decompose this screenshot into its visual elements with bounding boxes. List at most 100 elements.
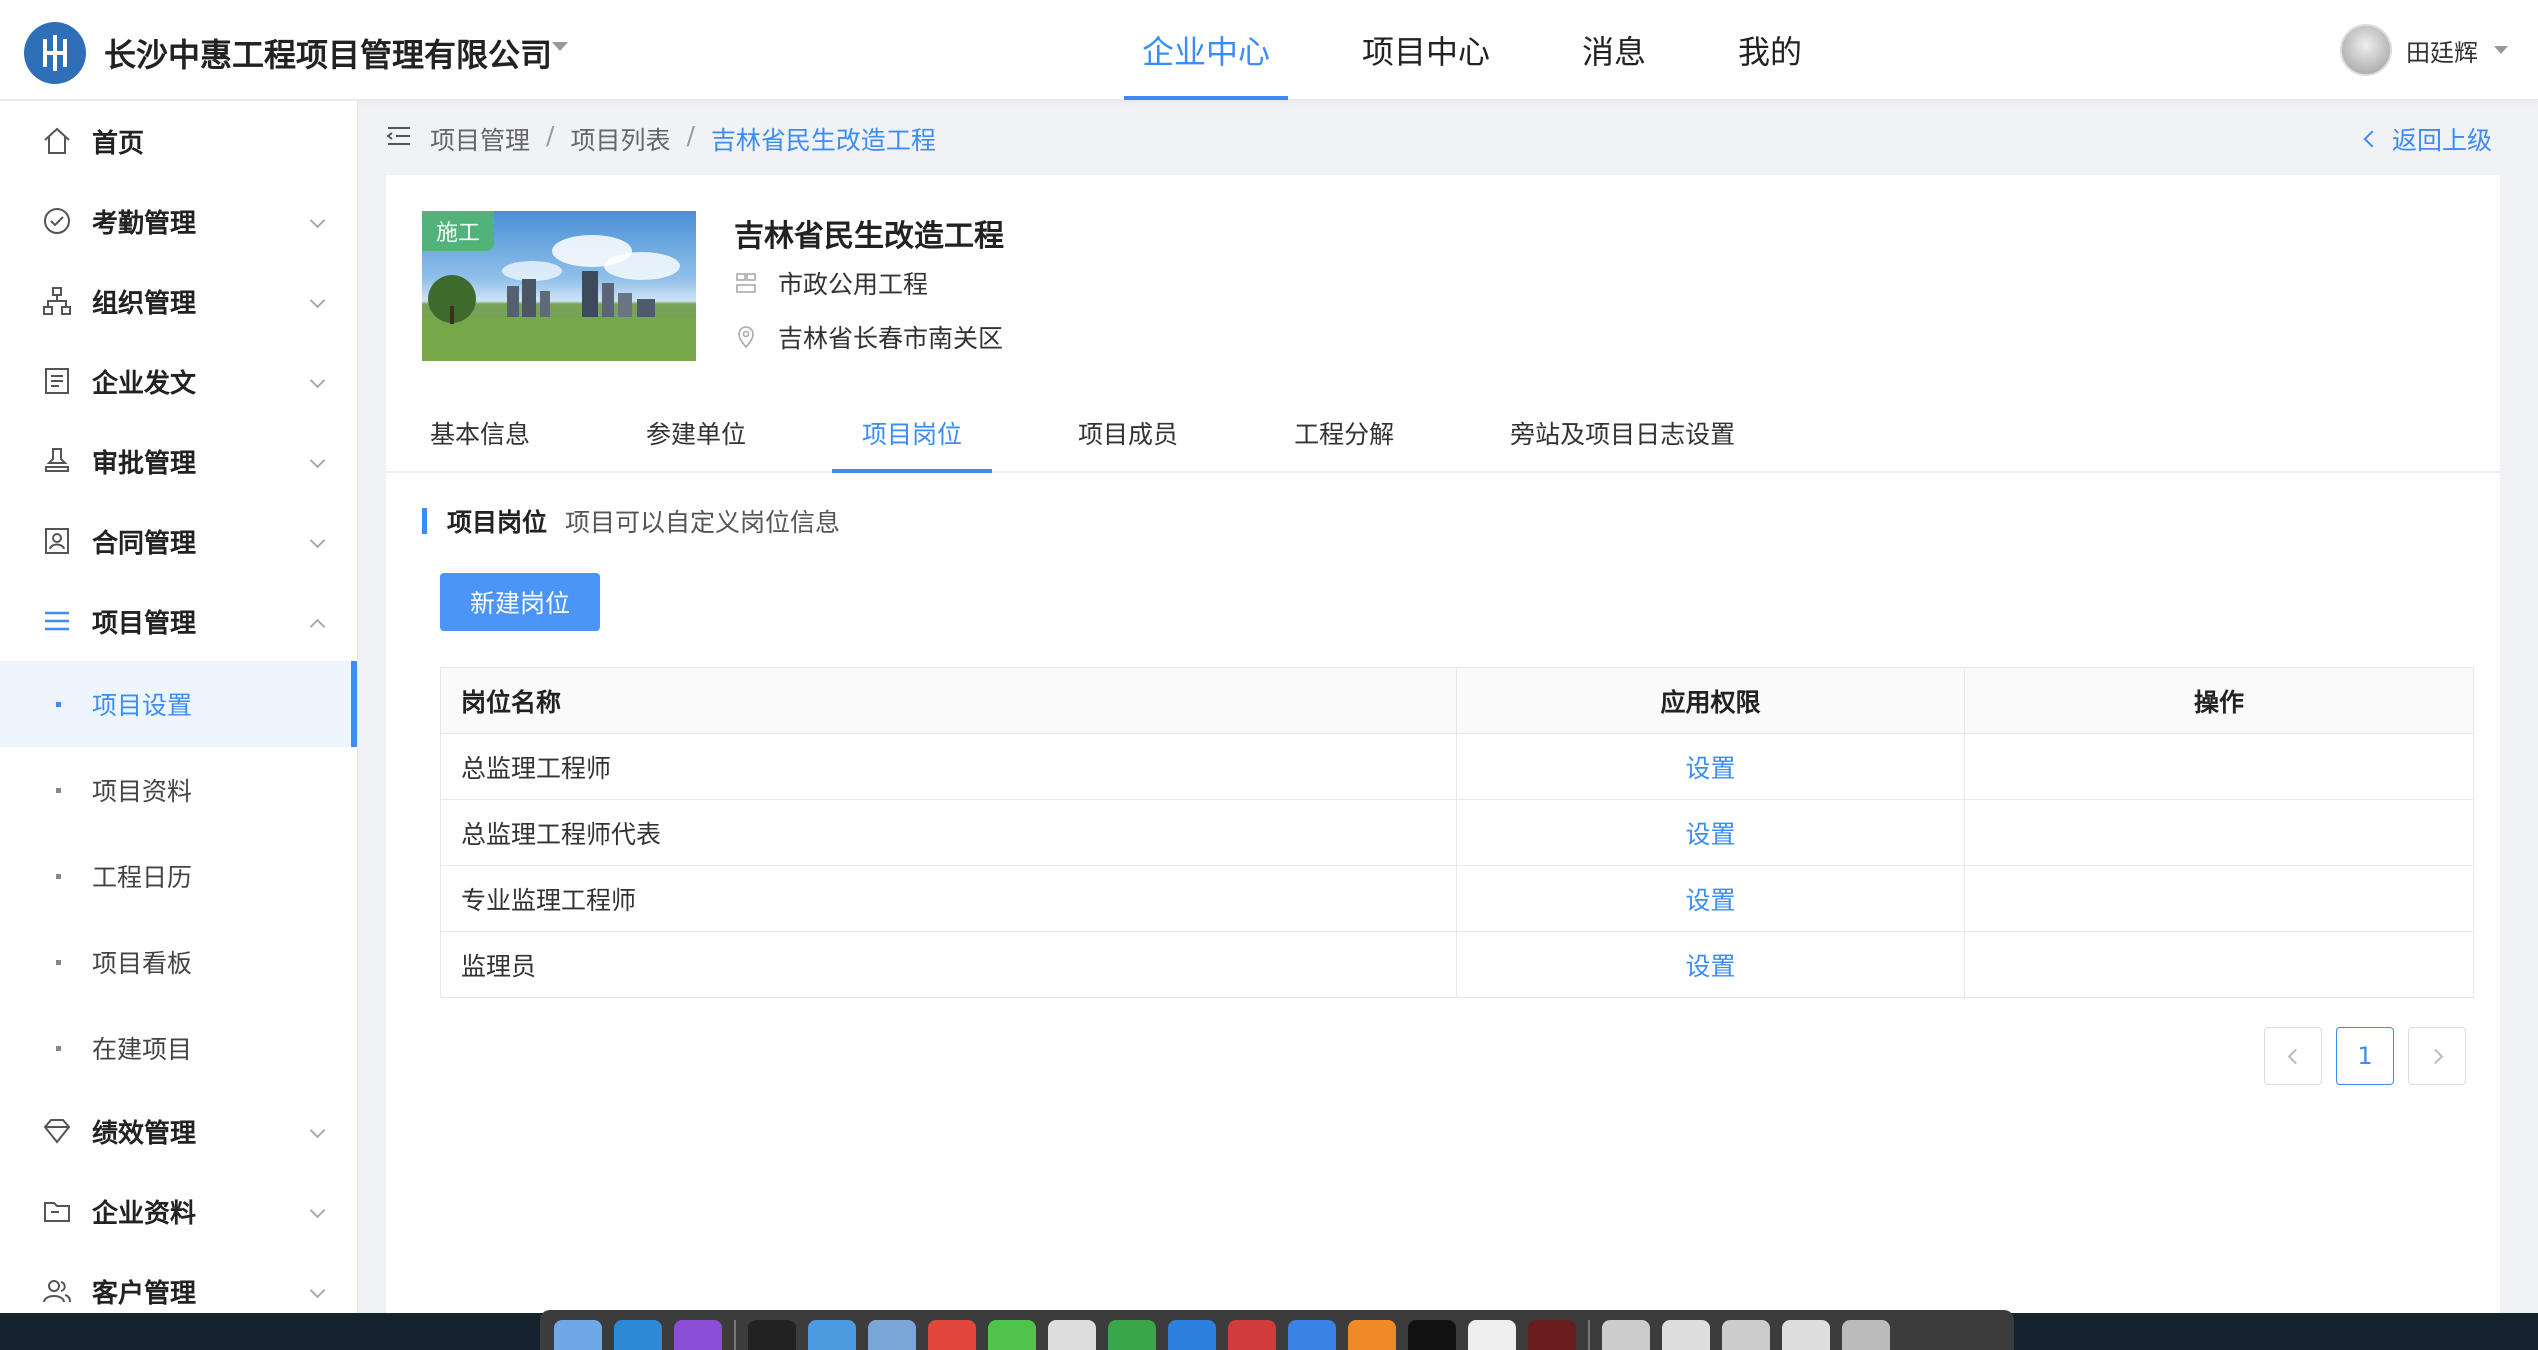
chevron-left-icon: [2287, 1048, 2303, 1064]
column-header-position-name: 岗位名称: [440, 667, 1457, 734]
app-icon[interactable]: [1528, 1320, 1576, 1350]
tab-project-positions[interactable]: 项目岗位: [832, 395, 993, 473]
sidebar-item-label: 首页: [92, 128, 145, 159]
main-panel: 施工 吉林省民生改造工程 市政公用工程 吉林省长春市南关区 基本信息 参建单位 …: [386, 175, 2500, 1350]
prev-page-button[interactable]: [2264, 1027, 2322, 1085]
breadcrumb-separator: /: [686, 121, 695, 150]
permission-settings-link[interactable]: 设置: [1685, 886, 1735, 915]
users-icon: [40, 1274, 74, 1308]
permission-settings-link[interactable]: 设置: [1685, 754, 1735, 783]
company-name[interactable]: 长沙中惠工程项目管理有限公司: [104, 30, 552, 76]
sidebar-subitem-project-materials[interactable]: 项目资料: [0, 747, 357, 833]
trash-icon[interactable]: [1842, 1320, 1890, 1350]
sidebar-item-contract[interactable]: 合同管理: [0, 501, 357, 581]
breadcrumb-item-current: 吉林省民生改造工程: [710, 126, 936, 155]
telegram-icon[interactable]: [1288, 1320, 1336, 1350]
chevron-right-icon: [2427, 1048, 2443, 1064]
action-cell: [1964, 799, 2474, 866]
charts-app-icon[interactable]: [614, 1320, 662, 1350]
evernote-icon[interactable]: [1108, 1320, 1156, 1350]
sidebar-item-home[interactable]: 首页: [0, 101, 357, 181]
location-pin-icon: [738, 326, 754, 349]
sidebar-item-organization[interactable]: 组织管理: [0, 261, 357, 341]
project-category: 市政公用工程: [734, 265, 928, 301]
sidebar-item-attendance[interactable]: 考勤管理: [0, 181, 357, 261]
sidebar-item-label: 企业资料: [92, 1198, 197, 1229]
permission-settings-link[interactable]: 设置: [1685, 820, 1735, 849]
menu-fold-icon[interactable]: [386, 125, 412, 147]
wps-icon[interactable]: [1168, 1320, 1216, 1350]
sidebar-item-documents[interactable]: 企业发文: [0, 341, 357, 421]
tab-work-breakdown[interactable]: 工程分解: [1264, 395, 1424, 471]
mail-app-icon[interactable]: [1228, 1320, 1276, 1350]
company-caret-icon[interactable]: [552, 42, 568, 51]
window-thumbnail-icon[interactable]: [1782, 1320, 1830, 1350]
tab-participating-units[interactable]: 参建单位: [616, 395, 776, 471]
sidebar-item-label: 组织管理: [92, 288, 197, 319]
next-page-button[interactable]: [2408, 1027, 2466, 1085]
user-menu[interactable]: 田廷辉: [2340, 24, 2508, 76]
netease-music-icon[interactable]: [1468, 1320, 1516, 1350]
back-link[interactable]: 返回上级: [2363, 121, 2492, 157]
firefox-icon[interactable]: [1348, 1320, 1396, 1350]
action-cell: [1964, 733, 2474, 800]
category-icon: [736, 273, 756, 293]
breadcrumb-item-project-list[interactable]: 项目列表: [570, 121, 670, 157]
sidebar-item-approval[interactable]: 审批管理: [0, 421, 357, 501]
tab-supervision-log-settings[interactable]: 旁站及项目日志设置: [1480, 395, 1765, 471]
sidebar-item-label: 合同管理: [92, 528, 197, 559]
page-number-button[interactable]: 1: [2336, 1027, 2394, 1085]
home-icon: [40, 124, 74, 158]
permission-cell: 设置: [1456, 733, 1965, 800]
sidebar-item-label: 绩效管理: [92, 1118, 197, 1149]
sidebar-item-label: 企业发文: [92, 368, 197, 399]
sidebar-item-enterprise-materials[interactable]: 企业资料: [0, 1171, 357, 1251]
terminal-icon[interactable]: [748, 1320, 796, 1350]
breadcrumb-item-project-management[interactable]: 项目管理: [430, 121, 530, 157]
window-thumbnail-icon[interactable]: [1722, 1320, 1770, 1350]
permission-settings-link[interactable]: 设置: [1685, 952, 1735, 981]
macos-dock: [540, 1310, 2014, 1350]
window-thumbnail-icon[interactable]: [1662, 1320, 1710, 1350]
wechat-icon[interactable]: [988, 1320, 1036, 1350]
chevron-down-icon[interactable]: [2494, 46, 2508, 54]
preview-icon[interactable]: [868, 1320, 916, 1350]
chevron-down-icon: [309, 1122, 326, 1139]
dock-divider: [1588, 1320, 1590, 1350]
window-thumbnail-icon[interactable]: [1602, 1320, 1650, 1350]
avatar[interactable]: [2340, 24, 2392, 76]
tab-project-members[interactable]: 项目成员: [1048, 395, 1208, 471]
diamond-icon: [40, 1114, 74, 1148]
nav-mine[interactable]: 我的: [1720, 0, 1820, 100]
xcode-icon[interactable]: [808, 1320, 856, 1350]
podcast-app-icon[interactable]: [674, 1320, 722, 1350]
position-name: 总监理工程师代表: [440, 799, 1457, 866]
nav-project-center[interactable]: 项目中心: [1344, 0, 1508, 100]
chevron-down-icon: [309, 372, 326, 389]
sidebar-subitem-project-settings[interactable]: 项目设置: [0, 661, 357, 747]
sidebar-item-project-management[interactable]: 项目管理: [0, 581, 357, 661]
tab-basic-info[interactable]: 基本信息: [400, 395, 560, 471]
column-header-action: 操作: [1964, 667, 2474, 734]
project-location: 吉林省长春市南关区: [734, 319, 1003, 355]
company-logo[interactable]: [24, 22, 86, 84]
sidebar-subitem-ongoing-projects[interactable]: 在建项目: [0, 1005, 357, 1091]
back-label: 返回上级: [2391, 126, 2492, 155]
project-category-text: 市政公用工程: [778, 270, 929, 299]
new-position-button[interactable]: 新建岗位: [440, 573, 600, 631]
project-location-text: 吉林省长春市南关区: [778, 324, 1004, 353]
qq-icon[interactable]: [1408, 1320, 1456, 1350]
notes-icon[interactable]: [1048, 1320, 1096, 1350]
position-name: 专业监理工程师: [440, 865, 1457, 932]
nav-enterprise-center[interactable]: 企业中心: [1124, 0, 1289, 100]
sidebar-item-performance[interactable]: 绩效管理: [0, 1091, 357, 1171]
sidebar-subitem-engineering-calendar[interactable]: 工程日历: [0, 833, 357, 919]
contract-icon: [40, 524, 74, 558]
user-name[interactable]: 田廷辉: [2406, 33, 2478, 68]
sidebar-subitem-project-board[interactable]: 项目看板: [0, 919, 357, 1005]
status-badge: 施工: [422, 211, 495, 251]
sidebar-item-label: 客户管理: [92, 1278, 197, 1309]
finder-icon[interactable]: [554, 1320, 602, 1350]
chrome-icon[interactable]: [928, 1320, 976, 1350]
nav-messages[interactable]: 消息: [1564, 0, 1664, 100]
